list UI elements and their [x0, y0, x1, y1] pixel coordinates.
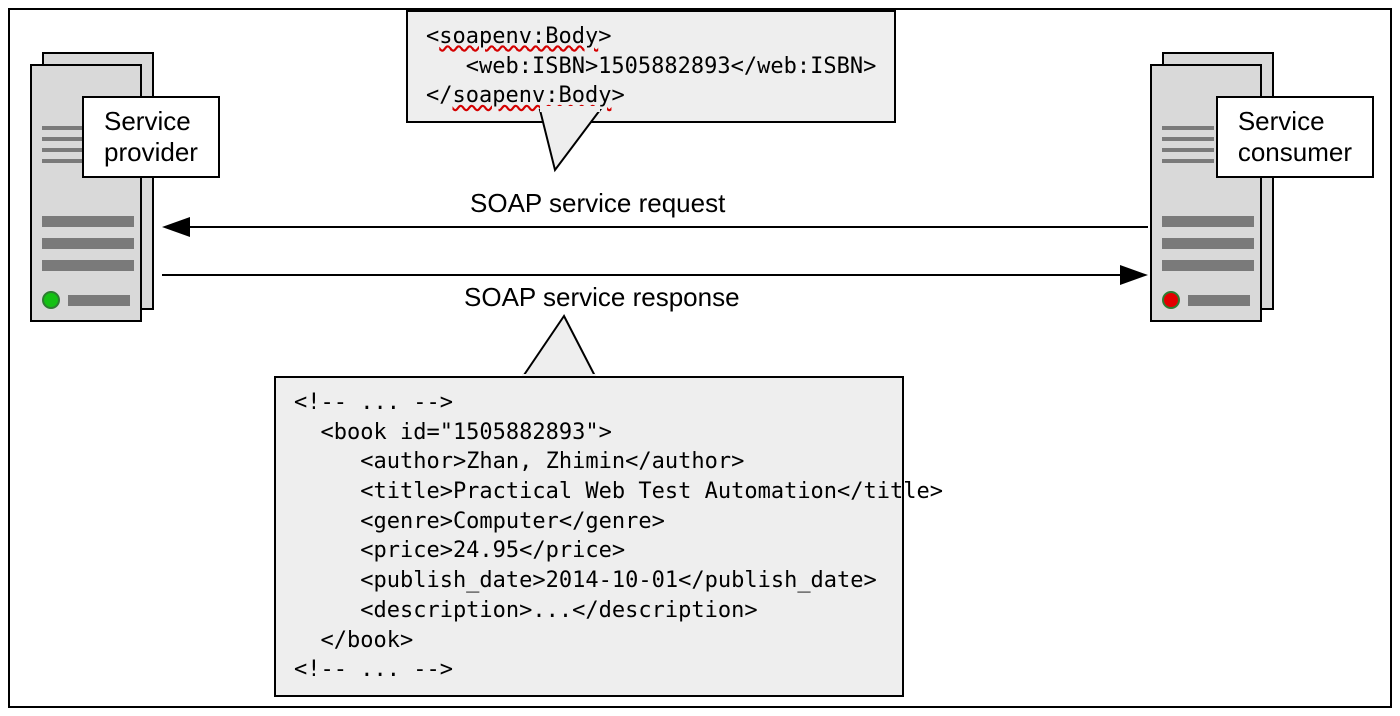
service-consumer-server-icon — [1150, 52, 1280, 332]
response-arrow-head-icon — [1120, 265, 1148, 285]
soap-response-code: <!-- ... --> <book id="1505882893"> <aut… — [276, 378, 902, 695]
consumer-led-icon — [1162, 291, 1180, 309]
provider-led-icon — [42, 291, 60, 309]
response-arrow-line — [162, 274, 1122, 276]
service-provider-server-icon — [30, 52, 160, 332]
request-bubble-tail-icon — [540, 110, 630, 180]
response-arrow-label: SOAP service response — [464, 282, 740, 313]
service-provider-label: Service provider — [82, 96, 220, 178]
soap-request-bubble: <soapenv:Body> <web:ISBN>1505882893</web… — [406, 10, 896, 123]
diagram-frame: Service provider Service consumer <soape… — [8, 8, 1392, 708]
request-arrow-head-icon — [162, 217, 190, 237]
soap-response-bubble: <!-- ... --> <book id="1505882893"> <aut… — [274, 376, 904, 697]
request-arrow-label: SOAP service request — [470, 188, 725, 219]
service-consumer-label: Service consumer — [1216, 96, 1374, 178]
request-arrow-line — [188, 226, 1148, 228]
soap-request-code: <soapenv:Body> <web:ISBN>1505882893</web… — [408, 12, 894, 121]
response-bubble-tail-icon — [522, 316, 622, 382]
